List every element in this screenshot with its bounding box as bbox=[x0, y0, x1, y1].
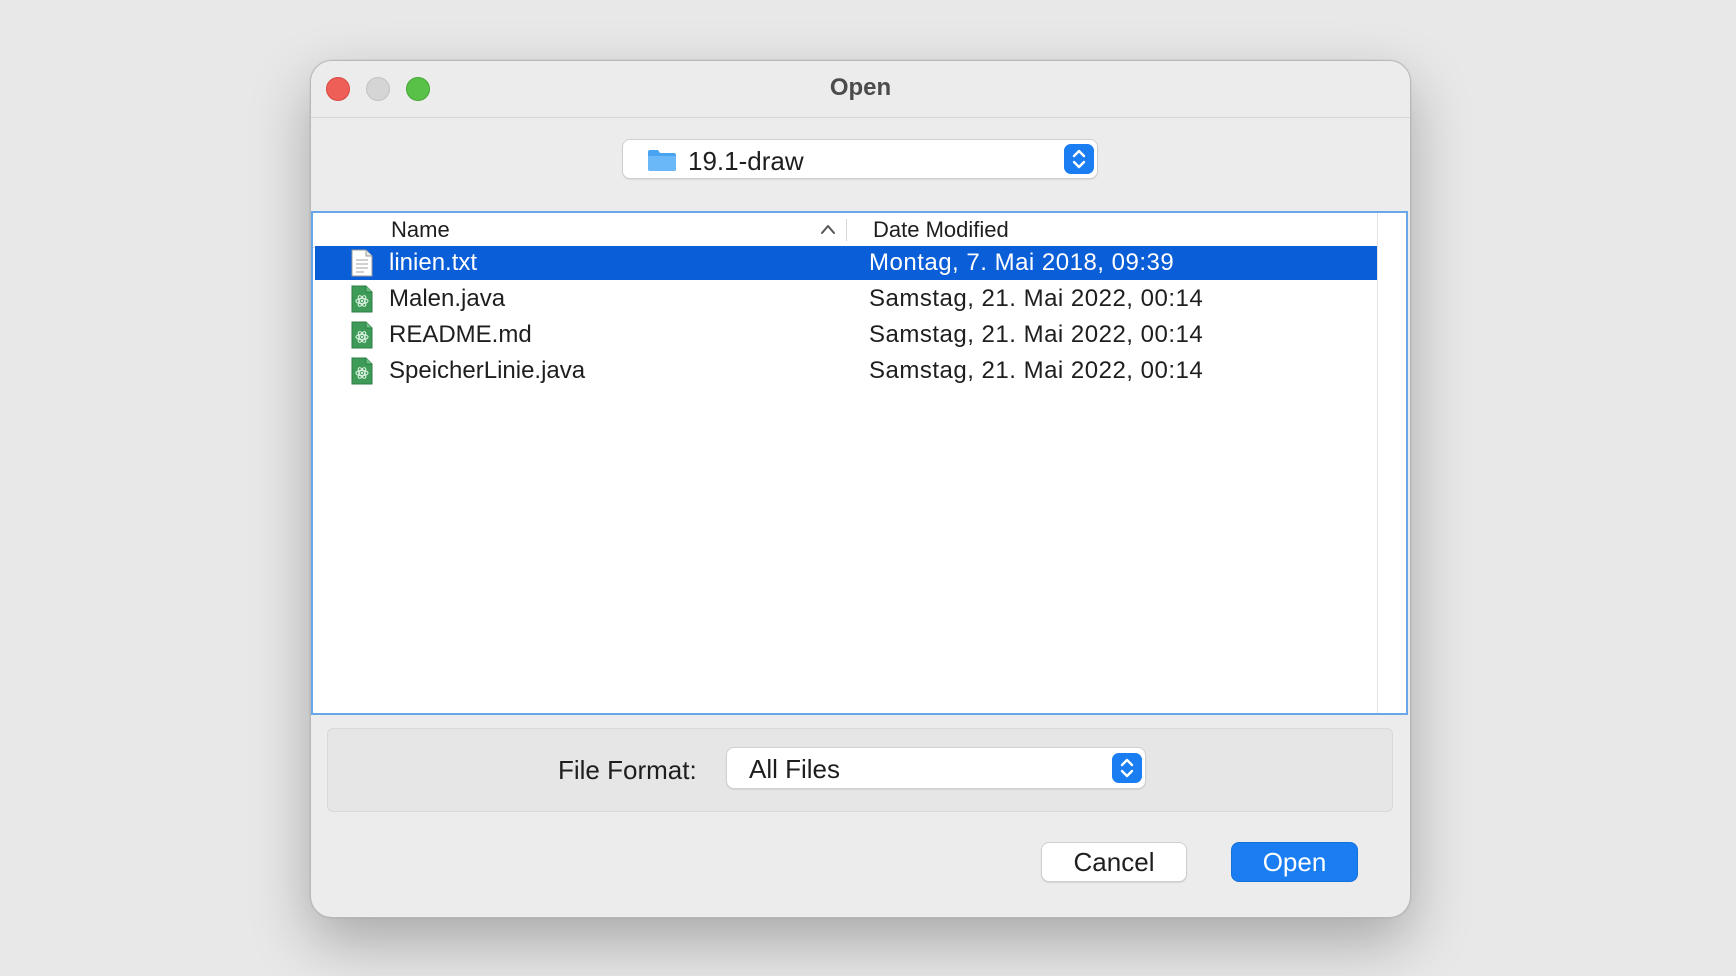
window-title: Open bbox=[829, 74, 892, 101]
java-file-icon bbox=[351, 321, 373, 349]
file-list[interactable]: Name Date Modified linien.txt Montag, 7. … bbox=[311, 211, 1408, 715]
text-file-icon bbox=[351, 249, 373, 277]
list-scroll-divider bbox=[1377, 213, 1378, 713]
file-row[interactable]: README.md Samstag, 21. Mai 2022, 00:14 bbox=[315, 318, 1377, 352]
cancel-button[interactable]: Cancel bbox=[1041, 842, 1187, 882]
open-button[interactable]: Open bbox=[1231, 842, 1358, 882]
file-list-header: Name Date Modified bbox=[313, 213, 1375, 248]
file-date-modified: Montag, 7. Mai 2018, 09:39 bbox=[869, 249, 1175, 276]
file-name: Malen.java bbox=[389, 285, 506, 312]
file-row[interactable]: linien.txt Montag, 7. Mai 2018, 09:39 bbox=[315, 246, 1377, 280]
title-bar: Open bbox=[311, 61, 1410, 118]
folder-icon bbox=[648, 150, 676, 171]
location-popup[interactable]: 19.1-draw bbox=[622, 139, 1098, 179]
file-row[interactable]: Malen.java Samstag, 21. Mai 2022, 00:14 bbox=[315, 282, 1377, 316]
chevron-up-down-icon[interactable] bbox=[1064, 144, 1094, 174]
file-format-select[interactable]: All Files bbox=[726, 747, 1146, 789]
java-file-icon bbox=[351, 357, 373, 385]
column-divider[interactable] bbox=[846, 219, 847, 241]
file-name: linien.txt bbox=[389, 249, 478, 276]
file-date-modified: Samstag, 21. Mai 2022, 00:14 bbox=[869, 357, 1204, 384]
file-format-panel: File Format: All Files bbox=[327, 728, 1393, 812]
location-folder-name: 19.1-draw bbox=[688, 146, 804, 176]
sort-ascending-icon[interactable] bbox=[820, 223, 836, 235]
file-name: README.md bbox=[389, 321, 532, 348]
chevron-up-down-icon[interactable] bbox=[1112, 753, 1142, 783]
file-date-modified: Samstag, 21. Mai 2022, 00:14 bbox=[869, 321, 1204, 348]
file-format-label: File Format: bbox=[558, 755, 697, 785]
file-name: SpeicherLinie.java bbox=[389, 357, 586, 384]
column-header-name[interactable]: Name bbox=[391, 217, 450, 243]
file-date-modified: Samstag, 21. Mai 2022, 00:14 bbox=[869, 285, 1204, 312]
column-header-date-modified[interactable]: Date Modified bbox=[873, 217, 1009, 243]
file-format-value: All Files bbox=[749, 754, 841, 784]
file-row[interactable]: SpeicherLinie.java Samstag, 21. Mai 2022,… bbox=[315, 354, 1377, 388]
open-dialog: Open 19.1-draw Name Date Modified linien… bbox=[310, 60, 1411, 918]
java-file-icon bbox=[351, 285, 373, 313]
